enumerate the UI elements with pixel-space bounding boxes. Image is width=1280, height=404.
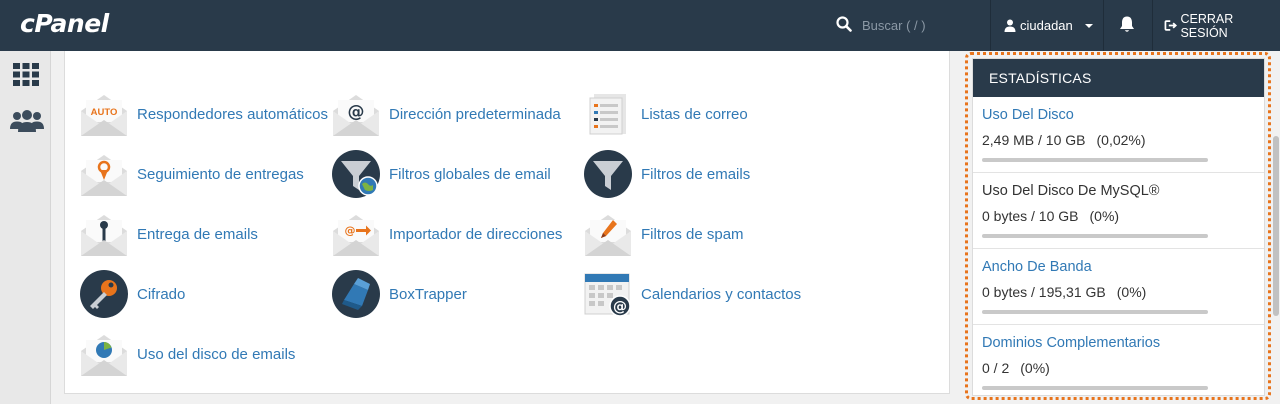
tool-email-disk-usage[interactable]: Uso del disco de emails	[80, 328, 295, 380]
logout-icon	[1164, 20, 1178, 31]
tool-email-filters[interactable]: Filtros de emails	[584, 148, 750, 200]
spam-filters-icon	[585, 215, 631, 256]
tool-label: Dirección predeterminada	[389, 105, 561, 123]
stat-value: 0 bytes / 195,31 GB (0%)	[982, 284, 1147, 300]
tool-label: Cifrado	[137, 285, 186, 303]
default-address-icon: @	[333, 95, 379, 136]
stat-value: 0 / 2 (0%)	[982, 360, 1050, 376]
stat-mysql-disk-usage: Uso Del Disco De MySQL® 0 bytes / 10 GB(…	[973, 173, 1264, 249]
cpanel-logo[interactable]: cPanel	[20, 9, 109, 38]
tool-spam-filters[interactable]: Filtros de spam	[584, 208, 744, 260]
separator	[990, 0, 991, 51]
svg-text:@: @	[348, 102, 365, 122]
user-name: ciudadan	[1020, 18, 1073, 33]
user-icon	[1004, 19, 1016, 32]
left-sidebar	[0, 51, 51, 404]
stat-title-link[interactable]: Uso Del Disco	[982, 107, 1264, 123]
tool-label: Importador de direcciones	[389, 225, 563, 243]
logout-button[interactable]: CERRAR SESIÓN	[1164, 0, 1280, 51]
boxtrapper-icon	[332, 270, 380, 318]
auto-badge-text: AUTO	[91, 107, 118, 118]
stat-value: 2,49 MB / 10 GB (0,02%)	[982, 132, 1146, 148]
tool-mailing-lists[interactable]: Listas de correo	[584, 88, 748, 140]
svg-text:@: @	[613, 299, 627, 315]
email-routing-icon	[81, 215, 127, 256]
stat-bandwidth: Ancho De Banda 0 bytes / 195,31 GB (0%)	[973, 249, 1264, 325]
tool-default-address[interactable]: @ Dirección predeterminada	[332, 88, 561, 140]
stat-progress-bar	[982, 386, 1208, 390]
stat-title-link[interactable]: Ancho De Banda	[982, 259, 1264, 275]
apps-grid-icon[interactable]	[10, 61, 42, 89]
users-icon[interactable]	[10, 107, 44, 137]
tool-label: Seguimiento de entregas	[137, 165, 304, 183]
tool-label: Filtros de spam	[641, 225, 744, 243]
tool-global-email-filters[interactable]: Filtros globales de email	[332, 148, 551, 200]
autoresponder-icon: AUTO	[81, 95, 127, 136]
stat-value: 0 bytes / 10 GB (0%)	[982, 208, 1120, 224]
tool-track-delivery[interactable]: Seguimiento de entregas	[80, 148, 304, 200]
stat-progress-bar	[982, 310, 1208, 314]
tool-label: Uso del disco de emails	[137, 345, 296, 363]
tool-encryption[interactable]: Cifrado	[80, 268, 185, 320]
tool-label: Listas de correo	[641, 105, 748, 123]
tool-address-importer[interactable]: @ Importador de direcciones	[332, 208, 562, 260]
stats-title: ESTADÍSTICAS	[973, 59, 1264, 97]
stat-title-link[interactable]: Dominios Complementarios	[982, 335, 1264, 351]
calendars-contacts-icon: @	[584, 273, 631, 317]
tool-email-routing[interactable]: Entrega de emails	[80, 208, 258, 260]
separator	[1103, 0, 1104, 51]
page-scrollbar-thumb[interactable]	[1273, 136, 1279, 316]
tool-label: Respondedores automáticos	[137, 105, 328, 123]
tool-label: Calendarios y contactos	[641, 285, 802, 303]
top-bar: cPanel ciudadan CERRAR SESIÓN	[0, 0, 1280, 51]
email-tools-panel: AUTO Respondedores automáticos @ Direcci…	[64, 51, 950, 394]
search-icon	[836, 16, 852, 32]
search-box[interactable]	[836, 14, 986, 36]
tool-boxtrapper[interactable]: BoxTrapper	[332, 268, 467, 320]
tool-calendars-contacts[interactable]: @ Calendarios y contactos	[584, 268, 801, 320]
tool-label: Entrega de emails	[137, 225, 258, 243]
tool-label: BoxTrapper	[389, 285, 467, 303]
stat-progress-bar	[982, 234, 1208, 238]
logout-label: CERRAR SESIÓN	[1180, 11, 1234, 40]
bell-icon[interactable]	[1118, 15, 1136, 34]
tool-label: Filtros de emails	[641, 165, 751, 183]
stat-disk-usage: Uso Del Disco 2,49 MB / 10 GB (0,02%)	[973, 97, 1264, 173]
caret-down-icon	[1084, 23, 1093, 28]
stat-progress-bar	[982, 158, 1208, 162]
email-disk-usage-icon	[81, 335, 127, 376]
encryption-icon	[80, 270, 128, 318]
search-input[interactable]	[862, 14, 982, 36]
tool-label: Filtros globales de email	[389, 165, 551, 183]
svg-text:@: @	[345, 224, 356, 237]
mailing-lists-icon	[589, 94, 626, 135]
global-filters-icon	[332, 150, 380, 198]
email-filters-icon	[584, 150, 632, 198]
stat-addon-domains: Dominios Complementarios 0 / 2 (0%)	[973, 325, 1264, 395]
address-importer-icon: @	[333, 215, 379, 256]
separator	[1152, 0, 1153, 51]
user-menu[interactable]: ciudadan	[1004, 0, 1095, 51]
track-delivery-icon	[81, 155, 127, 196]
tool-autoresponders[interactable]: AUTO Respondedores automáticos	[80, 88, 328, 140]
stat-title: Uso Del Disco De MySQL®	[982, 183, 1160, 199]
stats-panel: ESTADÍSTICAS Uso Del Disco 2,49 MB / 10 …	[972, 58, 1265, 396]
